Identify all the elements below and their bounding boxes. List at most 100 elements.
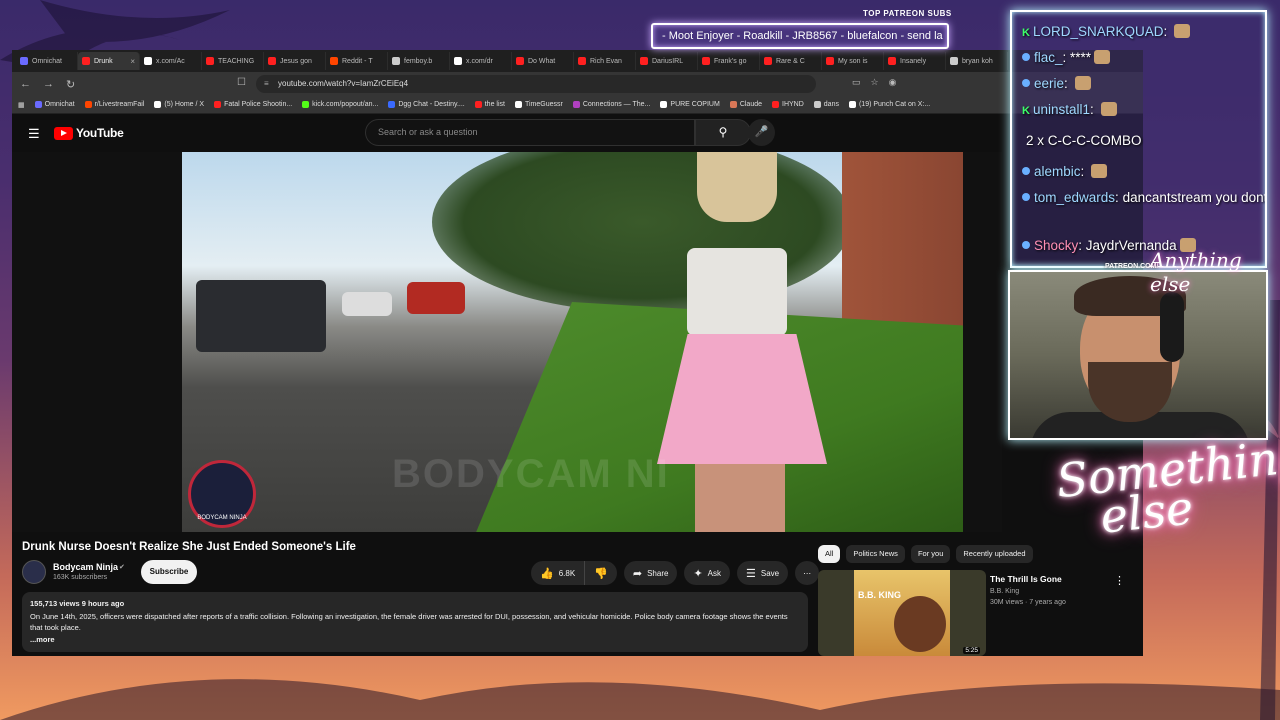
channel-name[interactable]: Bodycam Ninja (53, 562, 118, 572)
filter-chip[interactable]: Politics News (846, 545, 905, 563)
bookmark-item[interactable]: PURE COPIUM (660, 101, 720, 108)
subscribe-button[interactable]: Subscribe (141, 560, 197, 584)
bookmark-item[interactable]: dans (813, 101, 839, 108)
video-car-suv (196, 280, 326, 352)
browser-tab[interactable]: TEACHING (202, 52, 264, 70)
description-box[interactable]: 155,713 views 9 hours ago On June 14th, … (22, 592, 808, 652)
youtube-logo-text: YouTube (76, 126, 124, 140)
chat-username: tom_edwards (1034, 190, 1116, 205)
tab-label: Do What (528, 57, 556, 65)
search-input[interactable]: Search or ask a question (365, 119, 695, 146)
bookmark-item[interactable]: r/LivestreamFail (84, 101, 145, 108)
bookmark-favicon-icon (772, 101, 779, 108)
chat-separator: : (1163, 24, 1171, 39)
bookmark-item[interactable]: (5) Home / X (154, 101, 204, 108)
chat-username: Shocky (1034, 238, 1079, 253)
video-player[interactable]: BODYCAM NI BODYCAM NINJA (12, 152, 1002, 532)
headset-icon (1160, 292, 1184, 362)
browser-tab[interactable]: My son is (822, 52, 884, 70)
save-button[interactable]: ☰ Save (737, 561, 789, 585)
browser-tab[interactable]: Jesus gon (264, 52, 326, 70)
browser-tab[interactable]: DariusIRL (636, 52, 698, 70)
more-actions-icon[interactable]: ⋯ (795, 561, 820, 585)
browser-tab[interactable]: Drunk × (78, 52, 140, 70)
bookmark-favicon-icon (474, 101, 482, 108)
forward-icon[interactable]: → (43, 78, 54, 90)
bookmark-item[interactable]: IHYND (772, 101, 804, 108)
bookmark-item[interactable]: (19) Punch Cat on X:... (848, 101, 930, 108)
anything-else-logo: Anything else (1150, 248, 1242, 296)
filter-chip[interactable]: Recently uploaded (956, 545, 1033, 563)
recommended-title[interactable]: The Thrill Is Gone (990, 574, 1062, 584)
browser-tab[interactable]: Insanely (884, 52, 946, 70)
bookmark-item[interactable]: Claude (729, 101, 762, 108)
filter-chip[interactable]: For you (910, 545, 951, 563)
recommended-channel[interactable]: B.B. King (990, 588, 1019, 595)
bookmark-favicon-icon (34, 101, 42, 108)
bookmark-item[interactable]: Fatal Police Shootin... (214, 101, 292, 108)
star-icon[interactable]: ☆ (871, 77, 879, 88)
thumbs-down-icon: 👎 (594, 567, 608, 580)
filter-chip[interactable]: All (818, 545, 841, 563)
combo-counter: 2 x C-C-C-COMBO (1026, 133, 1142, 148)
video-person-hair (697, 152, 777, 222)
browser-tab[interactable]: x.com/dr (450, 52, 512, 70)
extension-icon[interactable]: ◉ (889, 77, 897, 88)
browser-tab[interactable]: femboy.b (388, 52, 450, 70)
share-button[interactable]: ➦ Share (623, 561, 678, 585)
bookmark-item[interactable]: kick.com/popout/an... (302, 101, 378, 108)
bookmark-icon[interactable]: ☐ (237, 77, 246, 88)
browser-tab[interactable]: Omnichat (16, 52, 78, 70)
bookmark-label: r/LivestreamFail (94, 101, 145, 108)
channel-avatar[interactable] (22, 560, 46, 584)
bookmark-item[interactable]: Dgg Chat - Destiny.... (388, 101, 465, 108)
chat-emote-icon (1074, 76, 1091, 90)
browser-tab[interactable]: Rich Evan (574, 52, 636, 70)
tab-label: femboy.b (404, 57, 433, 65)
bookmark-item[interactable]: TimeGuessr (514, 101, 563, 108)
bookmark-favicon-icon (388, 101, 396, 108)
youtube-logo[interactable]: YouTube (54, 126, 124, 140)
site-info-icon[interactable]: ≡ (264, 75, 269, 93)
browser-tab[interactable]: Reddit - T (326, 52, 388, 70)
bookmark-item[interactable]: Omnichat (34, 101, 75, 108)
tab-favicon-icon (702, 57, 710, 65)
chat-message: K LORD_SNARKQUAD: (1022, 24, 1190, 39)
video-frame[interactable]: BODYCAM NI BODYCAM NINJA (182, 152, 963, 532)
bookmark-item[interactable]: the list (474, 101, 505, 108)
microphone-icon[interactable]: 🎤 (748, 119, 775, 146)
dislike-button[interactable]: 👎 (585, 561, 617, 585)
menu-icon[interactable]: ☰ (28, 126, 40, 142)
tab-favicon-icon (764, 57, 772, 65)
save-icon: ☰ (746, 567, 756, 580)
back-icon[interactable]: ← (20, 78, 31, 90)
apps-icon[interactable]: ▦ (18, 101, 25, 109)
close-tab-icon[interactable]: × (130, 57, 135, 66)
video-person-legs (695, 452, 785, 532)
bookmark-favicon-icon (514, 101, 522, 108)
tab-favicon-icon (454, 57, 462, 65)
patreon-subs-label: TOP PATREON SUBS (863, 9, 952, 18)
browser-tab[interactable]: x.com/Ac (140, 52, 202, 70)
tab-label: Rich Evan (590, 57, 622, 65)
search-icon[interactable]: ⚲ (695, 119, 751, 146)
bookmark-item[interactable]: Connections — The... (572, 101, 650, 108)
browser-tab[interactable]: bryan koh (946, 52, 1008, 70)
reload-icon[interactable]: ↻ (66, 78, 75, 91)
kebab-menu-icon[interactable]: ⋮ (1114, 574, 1125, 587)
save-label: Save (760, 568, 780, 578)
browser-tab[interactable]: Do What (512, 52, 574, 70)
chat-separator: : (1080, 164, 1089, 179)
browser-tab[interactable]: Rare & C (760, 52, 822, 70)
url-field[interactable]: ≡ youtube.com/watch?v=IamZrCEiEq4 (256, 75, 816, 93)
like-button[interactable]: 👍 6.8K (531, 561, 586, 585)
description-more-link[interactable]: ...more (30, 634, 800, 646)
browser-window: Omnichat Drunk × x.com/Ac TEACHING Jesus gon R… (12, 50, 1143, 656)
recommended-thumbnail[interactable]: B.B. KING 5:25 (818, 570, 986, 656)
ask-button[interactable]: ✦ Ask (684, 561, 731, 585)
bookmark-favicon-icon (572, 101, 580, 108)
tab-label: Drunk (94, 57, 113, 65)
browser-tab[interactable]: Frank's go (698, 52, 760, 70)
recommended-video[interactable]: B.B. KING 5:25 The Thrill Is Gone B.B. K… (818, 570, 1128, 656)
cast-icon[interactable]: ▭ (852, 77, 861, 88)
